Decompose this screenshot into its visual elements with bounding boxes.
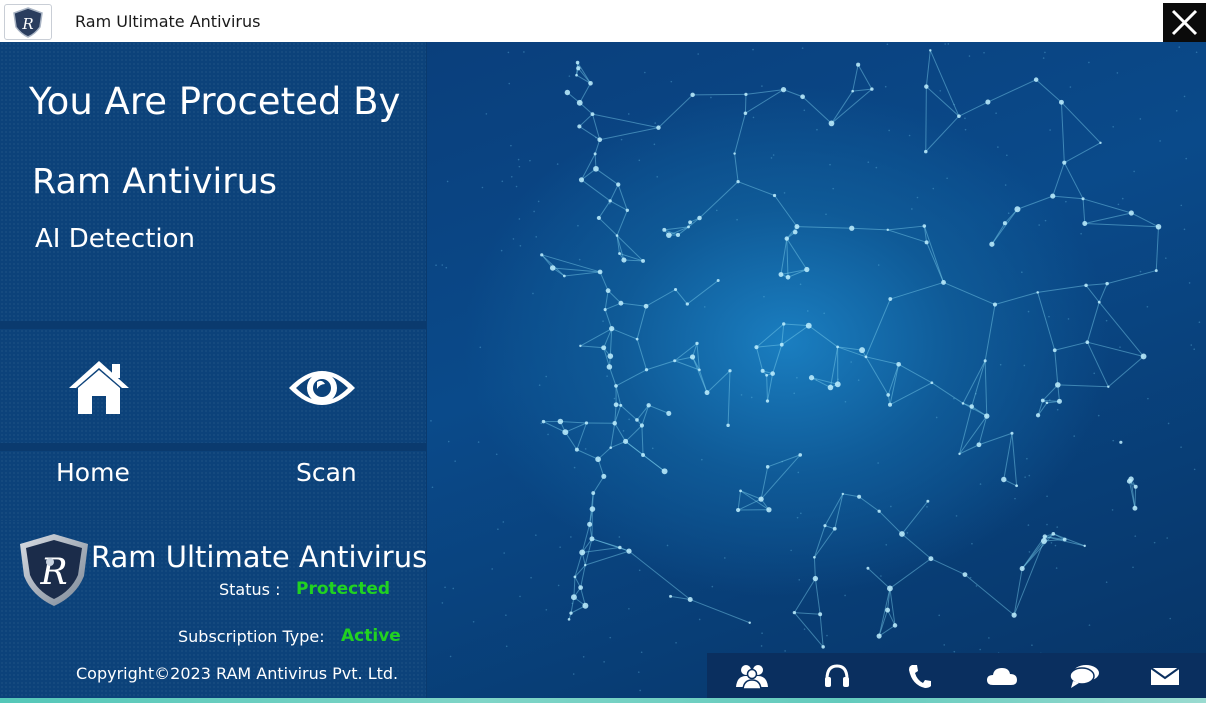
window-title: Ram Ultimate Antivirus	[75, 12, 261, 31]
app-logo-icon: R	[4, 4, 52, 40]
headset-icon	[825, 664, 849, 687]
status-value: Protected	[296, 579, 391, 599]
subscription-value: Active	[341, 626, 401, 646]
home-button[interactable]	[66, 358, 132, 420]
brand-name: Ram Antivirus	[32, 162, 278, 202]
protection-headline: You Are Proceted By	[29, 80, 401, 123]
feature-tagline: AI Detection	[35, 224, 196, 254]
eye-icon	[289, 371, 355, 405]
network-globe-graphic	[430, 43, 1201, 692]
nav-icons-panel	[0, 329, 426, 443]
copyright-text: Copyright©2023 RAM Antivirus Pvt. Ltd.	[76, 664, 399, 683]
mail-button[interactable]	[1148, 663, 1182, 689]
phone-icon	[909, 665, 931, 688]
left-panel: You Are Proceted By Ram Antivirus AI Det…	[0, 42, 427, 698]
scan-label[interactable]: Scan	[296, 458, 357, 487]
bottom-action-bar	[707, 653, 1206, 698]
community-button[interactable]	[735, 663, 769, 690]
call-button[interactable]	[903, 663, 937, 689]
chat-icon	[1069, 665, 1099, 688]
community-icon	[736, 665, 768, 690]
home-icon	[69, 361, 129, 414]
support-button[interactable]	[820, 663, 854, 689]
close-icon	[1171, 9, 1198, 36]
close-button[interactable]	[1163, 3, 1206, 42]
svg-text:R: R	[21, 15, 33, 33]
title-bar: R Ram Ultimate Antivirus	[0, 0, 1206, 42]
svg-text:R: R	[39, 552, 67, 593]
subscription-label: Subscription Type:	[178, 627, 325, 646]
product-name: Ram Ultimate Antivirus	[91, 540, 428, 574]
status-label: Status :	[219, 580, 281, 599]
home-label[interactable]: Home	[56, 458, 130, 487]
mail-icon	[1150, 667, 1180, 685]
chat-button[interactable]	[1067, 663, 1101, 689]
cloud-icon	[987, 668, 1017, 685]
hero-image	[427, 42, 1206, 698]
shield-logo-icon: R	[18, 532, 90, 612]
cloud-button[interactable]	[985, 663, 1019, 689]
window-edge-strip	[0, 698, 1206, 703]
scan-button[interactable]	[286, 360, 358, 420]
